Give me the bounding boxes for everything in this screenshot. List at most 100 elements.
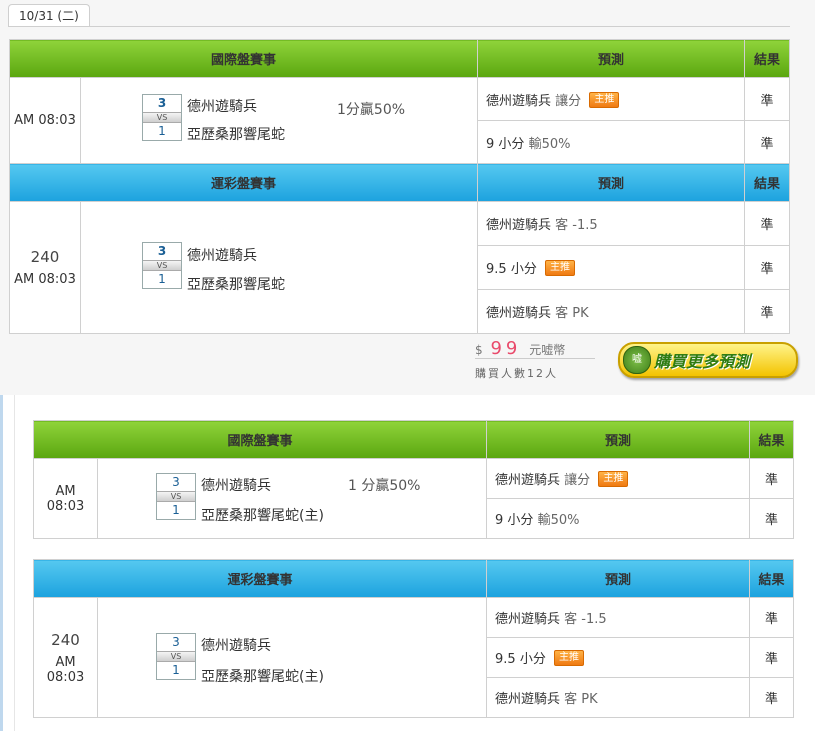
buyer-count: 購買人數12人 [475,367,558,380]
match-number: 240 [51,630,80,649]
match-time: AM 08:03 [33,458,98,539]
price-amount: 99 [490,338,522,359]
prediction-row: 德州遊騎兵 客 -1.5 [477,201,746,246]
vs-label: VS [157,491,195,502]
prediction-team: 德州遊騎兵 [495,473,561,488]
prediction-team: 德州遊騎兵 [486,93,552,109]
team-a[interactable]: 德州遊騎兵 [187,96,257,116]
result-cell: 準 [749,498,795,539]
result-cell: 準 [749,597,795,638]
header-result: 結果 [749,559,795,598]
top-intl-table: 國際盤賽事 預測 結果 AM 08:03 3 VS 1 德州遊騎兵 亞歷桑那響尾… [8,39,791,334]
coin-icon: 嘘 [623,346,651,374]
result-cell: 準 [744,245,791,290]
prediction-row: 9.5 小分 主推 [486,637,751,678]
result-cell: 準 [749,677,795,718]
header-result: 結果 [744,163,791,202]
featured-badge: 主推 [553,650,584,666]
price-divider [475,358,595,359]
prediction-team: 9 小分 [486,136,525,152]
prediction-pick: 輸50% [537,513,580,528]
score-away: 1 [158,124,166,138]
result-cell: 準 [744,289,791,334]
left-scroll-edge [0,395,3,731]
header-event: 運彩盤賽事 [32,559,488,598]
team-b[interactable]: 亞歷桑那響尾蛇 [187,124,285,144]
featured-badge: 主推 [544,260,575,276]
header-prediction: 預測 [477,39,746,78]
result-cell: 準 [749,458,795,499]
vs-label: VS [143,112,181,123]
match-number: 240 [30,248,60,266]
team-a[interactable]: 德州遊騎兵 [187,245,257,265]
handicap-text: 1分贏50% [337,102,406,118]
match-time: 240 AM 08:03 [9,201,81,334]
prediction-row: 德州遊騎兵 客 PK [477,289,746,334]
team-b[interactable]: 亞歷桑那響尾蛇(主) [201,505,324,525]
prediction-pick: 輸50% [528,136,571,152]
prediction-row: 德州遊騎兵 客 -1.5 [486,597,751,638]
team-b[interactable]: 亞歷桑那響尾蛇(主) [201,666,324,686]
bottom-intl-table: 國際盤賽事 預測 結果 AM 08:03 3 VS 1 德州遊騎兵 亞歷桑那響尾… [32,420,795,539]
match-cell[interactable]: 3 VS 1 德州遊騎兵 亞歷桑那響尾蛇 [79,201,479,334]
scoreboard: 3 VS 1 [142,242,182,289]
currency-symbol: $ [475,343,483,357]
prediction-row: 德州遊騎兵 讓分 主推 [477,77,746,121]
buy-more-predictions-button[interactable]: 嘘 購買更多預測 [618,342,798,378]
header-prediction: 預測 [486,559,751,598]
score-away: 1 [172,503,180,517]
match-cell[interactable]: 3 VS 1 德州遊騎兵 亞歷桑那響尾蛇(主) 1 分贏50% [96,458,488,539]
scoreboard: 3 VS 1 [142,94,182,141]
score-home: 3 [157,244,167,258]
score-home: 3 [172,635,180,649]
prediction-team: 德州遊騎兵 [495,612,561,627]
price-label: $ 99 元嘘幣 [475,338,565,359]
prediction-pick: 客 -1.5 [564,612,607,627]
tab-divider [8,26,790,27]
buy-button-label: 購買更多預測 [654,352,751,371]
team-a[interactable]: 德州遊騎兵 [201,635,271,655]
handicap-text: 1 分贏50% [348,478,421,494]
prediction-team: 9 小分 [495,513,534,528]
prediction-team: 9.5 小分 [486,262,537,277]
result-cell: 準 [744,77,791,121]
match-cell[interactable]: 3 VS 1 德州遊騎兵 亞歷桑那響尾蛇 1分贏50% [79,77,479,164]
prediction-pick: 客 PK [564,692,598,707]
price-unit: 元嘘幣 [529,343,566,357]
prediction-row: 9.5 小分 主推 [477,245,746,290]
vs-label: VS [143,260,181,271]
score-away: 1 [172,663,180,677]
score-home: 3 [172,475,180,489]
header-result: 結果 [749,420,795,459]
prediction-pick: 客 PK [555,306,589,321]
prediction-pick: 讓分 [555,93,582,109]
featured-badge: 主推 [589,91,620,108]
prediction-row: 9 小分 輸50% [486,498,751,539]
left-divider [14,395,15,731]
vs-label: VS [157,651,195,662]
scoreboard: 3 VS 1 [156,473,196,520]
prediction-row: 9 小分 輸50% [477,120,746,164]
match-time: 240 AM 08:03 [33,597,98,718]
result-cell: 準 [744,120,791,164]
date-tab[interactable]: 10/31 (二) [8,4,90,27]
team-a[interactable]: 德州遊騎兵 [201,475,271,495]
team-b[interactable]: 亞歷桑那響尾蛇 [187,274,285,294]
match-cell[interactable]: 3 VS 1 德州遊騎兵 亞歷桑那響尾蛇(主) [96,597,488,718]
score-away: 1 [158,272,166,286]
header-prediction: 預測 [477,163,746,202]
prediction-team: 德州遊騎兵 [486,306,552,321]
header-event: 運彩盤賽事 [8,163,479,202]
bottom-lottery-table: 運彩盤賽事 預測 結果 240 AM 08:03 3 VS 1 德州遊騎兵 亞歷… [32,559,795,718]
score-home: 3 [157,96,167,110]
featured-badge: 主推 [598,471,629,487]
prediction-team: 德州遊騎兵 [486,218,552,233]
prediction-row: 德州遊騎兵 讓分 主推 [486,458,751,499]
match-time: AM 08:03 [9,77,81,164]
header-event: 國際盤賽事 [32,420,488,459]
header-prediction: 預測 [486,420,751,459]
result-cell: 準 [749,637,795,678]
prediction-pick: 讓分 [564,473,591,488]
header-result: 結果 [744,39,791,78]
scoreboard: 3 VS 1 [156,633,196,680]
